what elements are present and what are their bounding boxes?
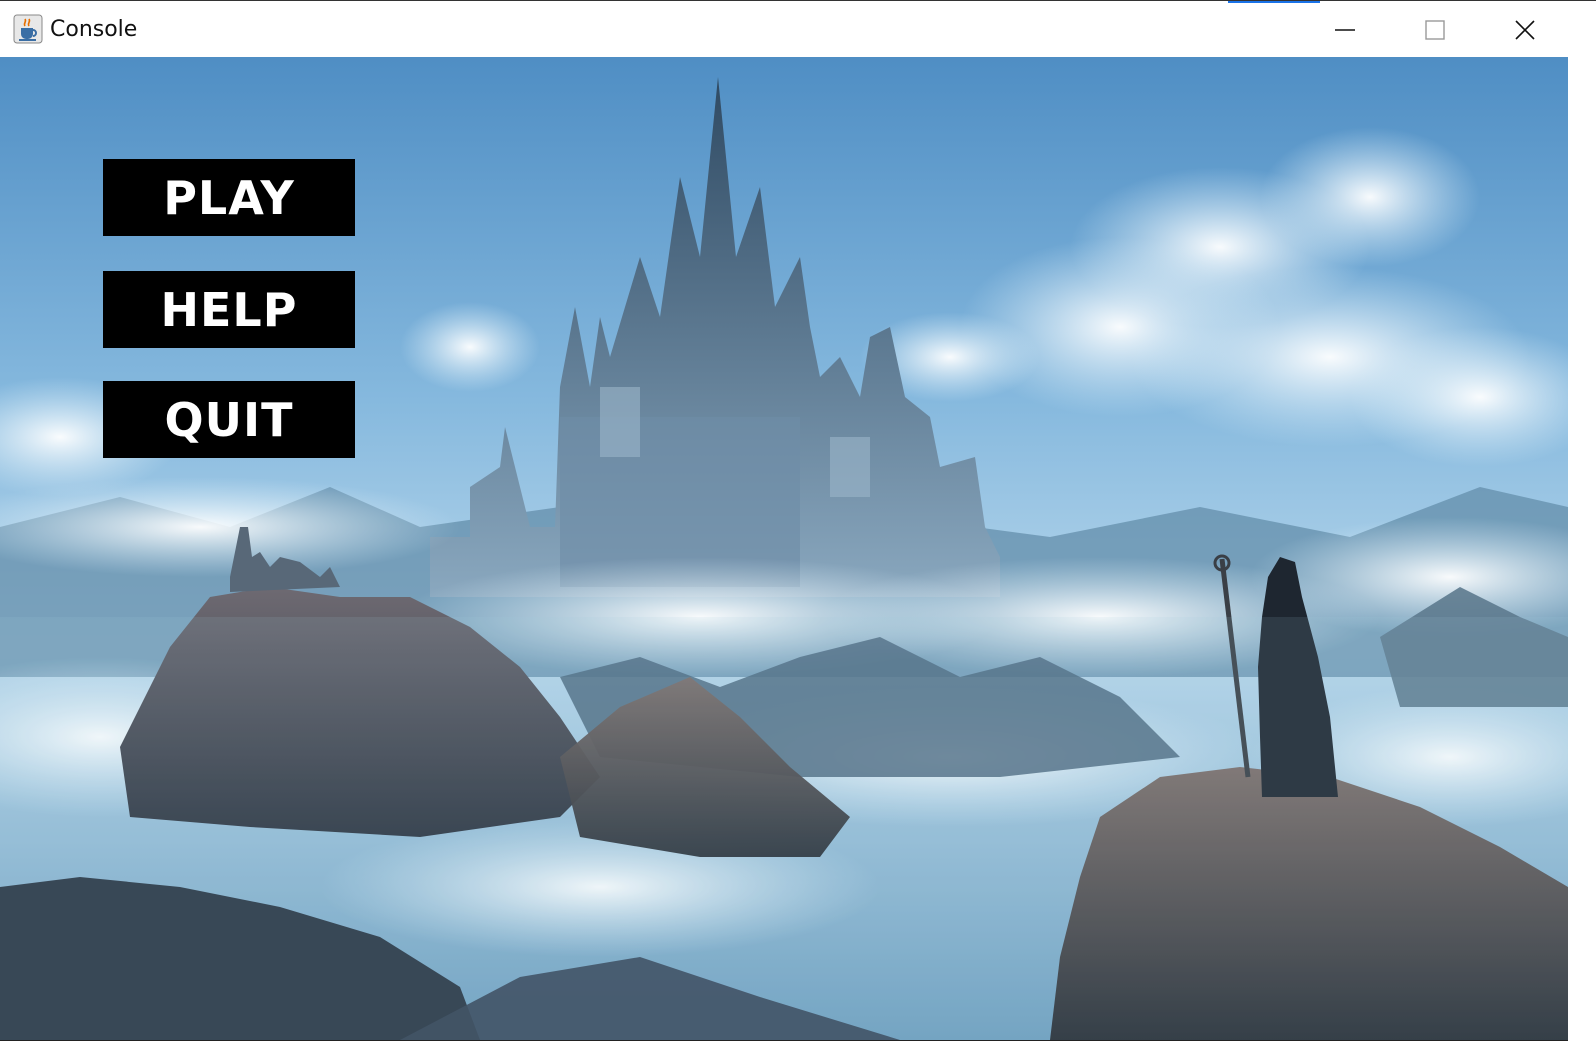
game-canvas[interactable]: PLAY HELP QUIT: [0, 57, 1568, 1040]
game-window: Console PLAY HELP QUIT: [0, 0, 1596, 1060]
minimize-button[interactable]: [1300, 1, 1390, 58]
window-right-border: [1568, 57, 1596, 1060]
help-button[interactable]: HELP: [103, 271, 355, 348]
window-bottom-border: [0, 1040, 1568, 1060]
java-cup-icon: [13, 14, 43, 44]
window-title: Console: [50, 17, 138, 42]
close-icon: [1515, 19, 1535, 40]
maximize-icon: [1425, 19, 1445, 40]
title-bar[interactable]: Console: [0, 0, 1596, 57]
minimize-icon: [1335, 28, 1355, 31]
play-button[interactable]: PLAY: [103, 159, 355, 236]
close-button[interactable]: [1480, 1, 1570, 58]
maximize-button[interactable]: [1390, 1, 1480, 58]
quit-button[interactable]: QUIT: [103, 381, 355, 458]
